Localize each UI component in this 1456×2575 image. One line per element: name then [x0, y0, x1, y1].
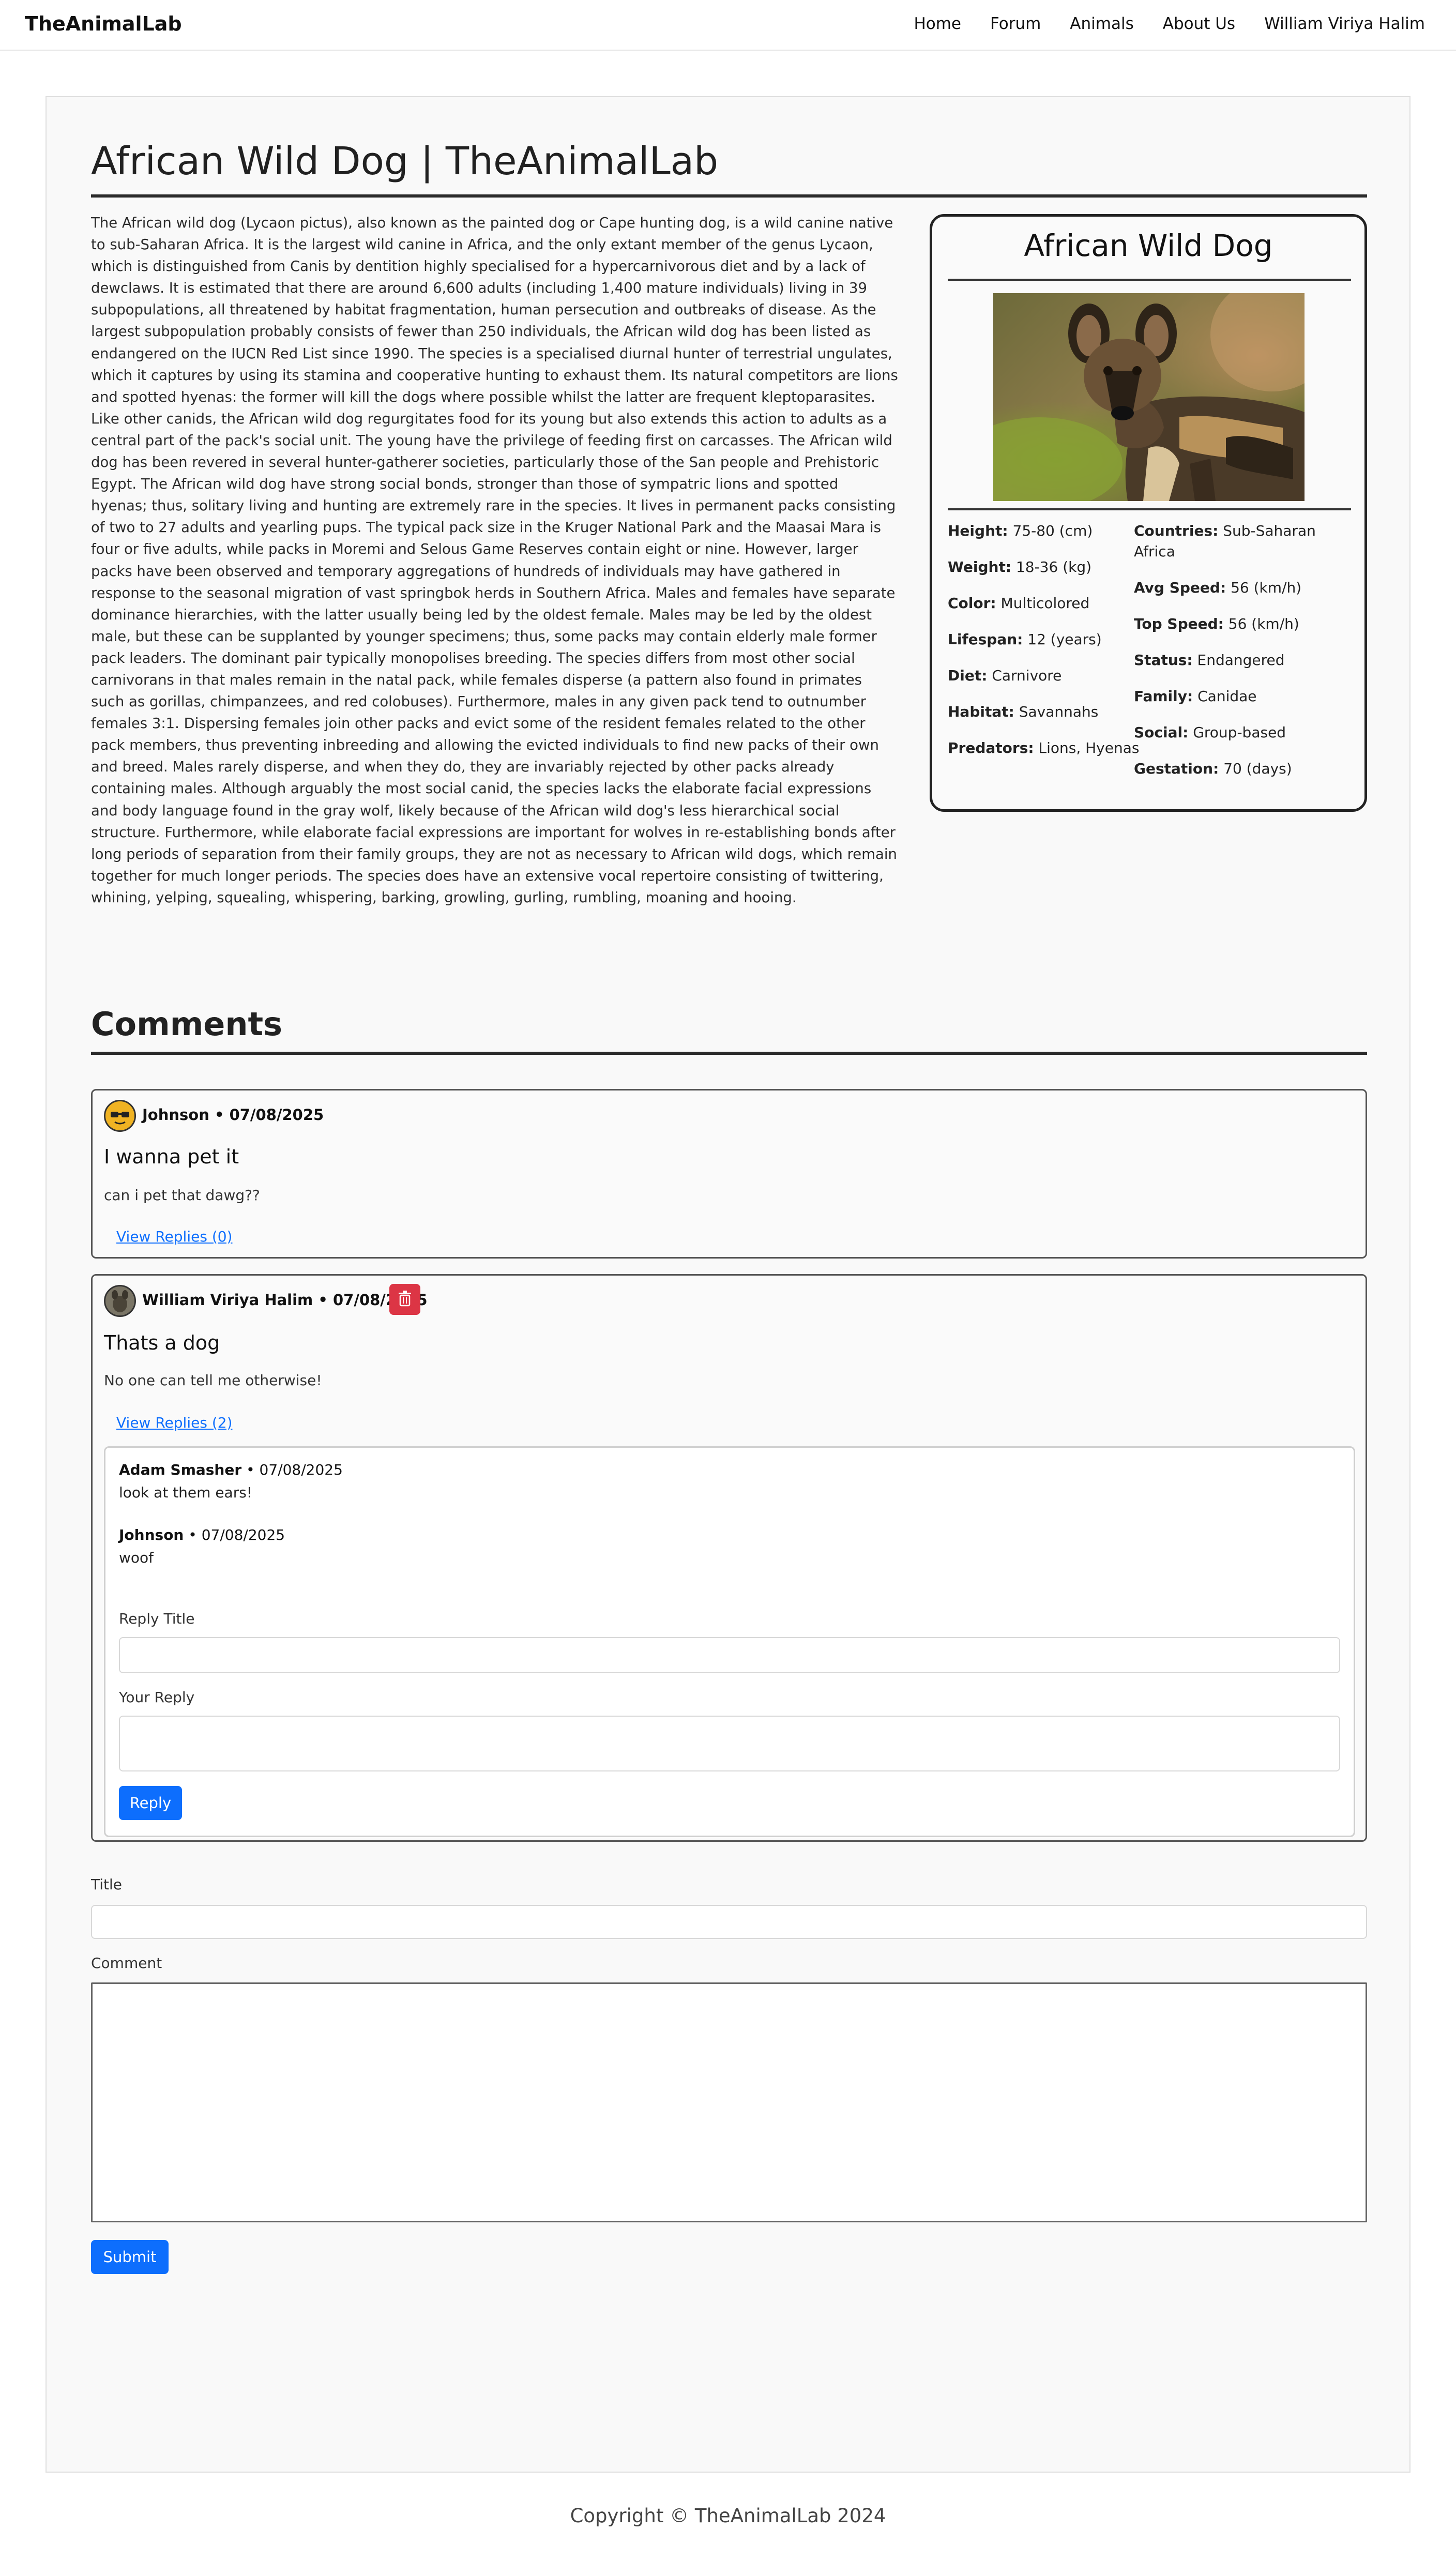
reply-body-label: Your Reply [119, 1689, 195, 1706]
reply-text: look at them ears! [119, 1484, 253, 1501]
stat-height: Height: 75-80 (cm) [948, 522, 1093, 539]
stats-right-column: Countries: Sub-Saharan Africa Avg Speed:… [1134, 521, 1330, 795]
reply-meta: Johnson • 07/08/2025 [119, 1526, 285, 1543]
view-replies-link[interactable]: View Replies (2) [116, 1414, 232, 1431]
reply-author: Johnson [119, 1526, 184, 1543]
nav-link-about-us[interactable]: About Us [1163, 14, 1235, 33]
comment-date: 07/08/2025 [229, 1106, 324, 1124]
article-text: The African wild dog (Lycaon pictus), al… [91, 215, 898, 906]
avatar [104, 1100, 136, 1132]
view-replies-link[interactable]: View Replies (0) [116, 1228, 232, 1245]
infobox-divider-2 [948, 508, 1351, 510]
footer-copyright: Copyright © TheAnimalLab 2024 [570, 2505, 886, 2527]
reply-text: woof [119, 1549, 154, 1566]
avatar [104, 1285, 136, 1317]
comment-author[interactable]: William Viriya Halim [142, 1291, 313, 1309]
stat-color: Color: Multicolored [948, 595, 1090, 612]
comment-card: William Viriya Halim • 07/08/2025 Thats … [91, 1274, 1367, 1842]
comment-body-textarea[interactable] [91, 1982, 1367, 2222]
comment-title: I wanna pet it [104, 1145, 239, 1168]
navbar: TheAnimalLab Home Forum Animals About Us… [0, 0, 1456, 51]
main-container: African Wild Dog | TheAnimalLab The Afri… [46, 96, 1410, 2473]
avatar-glasses-icon [105, 1101, 134, 1130]
comment-meta: William Viriya Halim • 07/08/2025 [142, 1291, 428, 1309]
comment-author[interactable]: Johnson [142, 1106, 209, 1124]
stat-lifespan: Lifespan: 12 (years) [948, 631, 1102, 648]
reply-button[interactable]: Reply [119, 1786, 182, 1820]
comment-card: Johnson • 07/08/2025 I wanna pet it can … [91, 1089, 1367, 1259]
nav-link-home[interactable]: Home [914, 14, 961, 33]
page-title: African Wild Dog | TheAnimalLab [91, 139, 719, 184]
delete-comment-button[interactable] [389, 1284, 420, 1315]
nav-links: Home Forum Animals About Us William Viri… [914, 14, 1425, 33]
comments-divider [91, 1052, 1367, 1055]
comment-meta: Johnson • 07/08/2025 [142, 1106, 324, 1124]
comment-title-label: Title [91, 1876, 123, 1893]
comment-body-label: Comment [91, 1955, 162, 1972]
infobox-divider [948, 279, 1351, 281]
reply-body-textarea[interactable] [119, 1716, 1340, 1771]
animal-photo [993, 293, 1305, 501]
reply-title-input[interactable] [119, 1637, 1340, 1673]
title-divider [91, 194, 1367, 198]
comments-heading: Comments [91, 1005, 283, 1043]
stat-top-speed: Top Speed: 56 (km/h) [1134, 615, 1299, 632]
stat-status: Status: Endangered [1134, 652, 1285, 669]
reply-title-label: Reply Title [119, 1610, 195, 1627]
reply-author: Adam Smasher [119, 1461, 242, 1478]
nav-link-forum[interactable]: Forum [990, 14, 1041, 33]
stat-habitat: Habitat: Savannahs [948, 703, 1099, 720]
animal-infobox: African Wild Dog Height: 75-80 (cm) Weig… [930, 214, 1367, 812]
stat-countries: Countries: Sub-Saharan Africa [1134, 522, 1316, 560]
nav-link-user-profile[interactable]: William Viriya Halim [1264, 14, 1425, 33]
brand-logo[interactable]: TheAnimalLab [25, 12, 182, 35]
avatar-animal-icon [105, 1286, 134, 1315]
stat-weight: Weight: 18-36 (kg) [948, 558, 1092, 575]
stat-gestation: Gestation: 70 (days) [1134, 760, 1292, 777]
infobox-title: African Wild Dog [1024, 228, 1273, 263]
comment-body: No one can tell me otherwise! [104, 1372, 322, 1389]
submit-button[interactable]: Submit [91, 2240, 169, 2274]
reply-date: 07/08/2025 [259, 1461, 343, 1478]
wild-dog-illustration [993, 293, 1305, 501]
stat-predators: Predators: Lions, Hyenas [948, 739, 1140, 756]
stats-left-column: Height: 75-80 (cm) Weight: 18-36 (kg) Co… [948, 521, 1144, 774]
stat-avg-speed: Avg Speed: 56 (km/h) [1134, 579, 1302, 596]
nav-link-animals[interactable]: Animals [1070, 14, 1133, 33]
comment-title-input[interactable] [91, 1905, 1367, 1939]
comment-title: Thats a dog [104, 1331, 220, 1354]
stat-family: Family: Canidae [1134, 688, 1257, 705]
comment-body: can i pet that dawg?? [104, 1187, 260, 1204]
stat-social: Social: Group-based [1134, 724, 1286, 741]
reply-date: 07/08/2025 [201, 1526, 285, 1543]
trash-icon [399, 1291, 411, 1307]
replies-panel: Adam Smasher • 07/08/2025 look at them e… [104, 1446, 1355, 1837]
reply-meta: Adam Smasher • 07/08/2025 [119, 1461, 343, 1478]
stat-diet: Diet: Carnivore [948, 667, 1062, 684]
